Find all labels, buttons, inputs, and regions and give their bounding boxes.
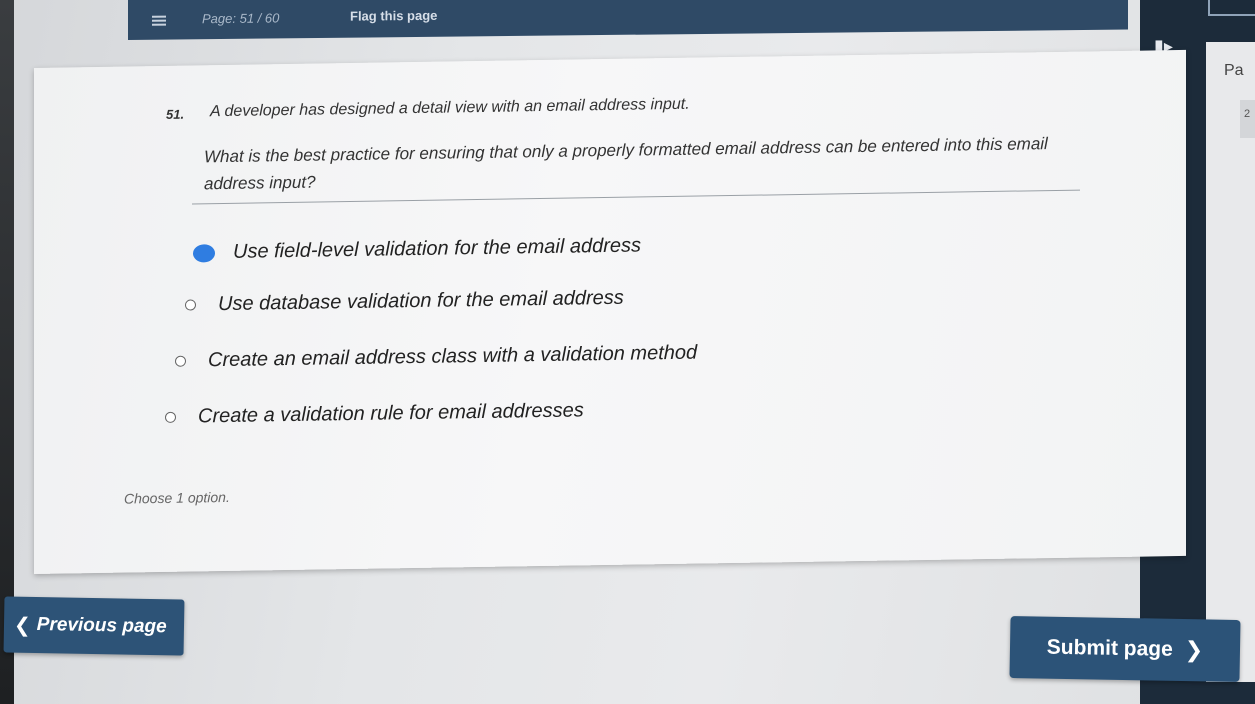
side-panel-cell[interactable]: 2 bbox=[1240, 100, 1255, 138]
radio-icon[interactable] bbox=[175, 355, 186, 367]
answer-option-label: Create a validation rule for email addre… bbox=[198, 399, 584, 428]
previous-page-label: Previous page bbox=[36, 614, 167, 638]
submit-page-button[interactable]: Submit page ❯ bbox=[1009, 615, 1241, 683]
flag-page-button[interactable]: Flag this page bbox=[350, 8, 437, 24]
answer-option-label: Use database validation for the email ad… bbox=[218, 286, 624, 316]
side-panel-sheet bbox=[1206, 42, 1255, 682]
hamburger-menu-icon[interactable] bbox=[152, 15, 166, 26]
submit-page-label: Submit page bbox=[1046, 635, 1173, 661]
question-card: 51. A developer has designed a detail vi… bbox=[34, 49, 1186, 574]
answer-option-3[interactable]: Create an email address class with a val… bbox=[175, 342, 697, 373]
radio-icon[interactable] bbox=[165, 411, 176, 423]
exam-screen: Page: 51 / 60 Flag this page ▮▸ Pa 2 51.… bbox=[0, 0, 1255, 704]
side-panel-label: Pa bbox=[1224, 62, 1244, 79]
chevron-left-icon: ❮ bbox=[13, 614, 31, 637]
previous-page-button[interactable]: ❮ Previous page bbox=[3, 596, 185, 656]
answer-option-label: Create an email address class with a val… bbox=[208, 341, 698, 372]
answer-option-1[interactable]: Use field-level validation for the email… bbox=[193, 234, 641, 264]
corner-icon bbox=[1208, 0, 1255, 16]
question-number: 51. bbox=[166, 106, 185, 122]
answer-option-4[interactable]: Create a validation rule for email addre… bbox=[165, 399, 584, 429]
radio-icon[interactable] bbox=[185, 299, 196, 311]
question-text: What is the best practice for ensuring t… bbox=[204, 134, 1048, 194]
chevron-right-icon: ❯ bbox=[1184, 637, 1204, 663]
question-prompt: A developer has designed a detail view w… bbox=[210, 95, 690, 121]
answer-option-2[interactable]: Use database validation for the email ad… bbox=[185, 287, 624, 317]
radio-selected-icon[interactable] bbox=[193, 243, 215, 263]
exam-header-bar: Page: 51 / 60 Flag this page bbox=[128, 0, 1128, 40]
answer-option-label: Use field-level validation for the email… bbox=[233, 234, 641, 263]
page-indicator: Page: 51 / 60 bbox=[202, 10, 280, 27]
choose-instruction: Choose 1 option. bbox=[124, 488, 230, 507]
